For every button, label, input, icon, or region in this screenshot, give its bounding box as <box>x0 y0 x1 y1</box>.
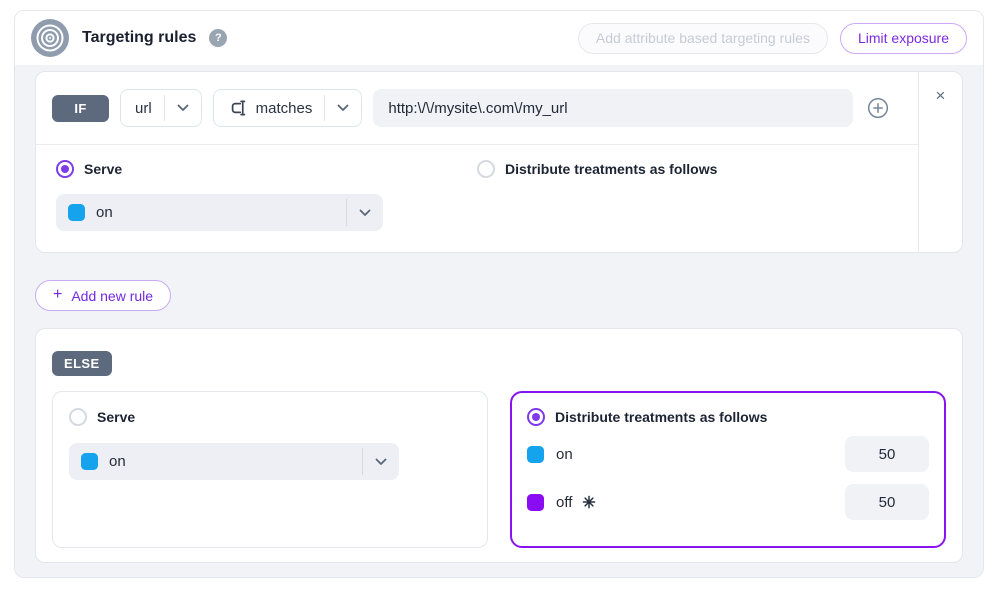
serve-label: Serve <box>84 161 122 177</box>
chevron-down-icon <box>165 104 201 112</box>
plus-icon: + <box>53 287 62 303</box>
else-distribute-radio-option[interactable]: Distribute treatments as follows <box>527 408 929 426</box>
targeting-rules-panel: Targeting rules ? Add attribute based ta… <box>14 10 984 578</box>
if-badge: IF <box>52 95 109 122</box>
default-treatment-asterisk-icon <box>582 495 596 509</box>
treatment-color-swatch <box>68 204 85 221</box>
chevron-down-icon <box>363 458 399 466</box>
treatment-name: off <box>556 494 572 511</box>
limit-exposure-button[interactable]: Limit exposure <box>840 23 967 54</box>
treatment-color-swatch <box>527 446 544 463</box>
radio-unselected[interactable] <box>69 408 87 426</box>
panel-body: IF url <box>15 65 983 578</box>
page-title: Targeting rules <box>82 29 196 47</box>
close-icon[interactable]: × <box>936 87 946 104</box>
distribute-label: Distribute treatments as follows <box>505 161 717 177</box>
treatment-color-swatch <box>527 494 544 511</box>
add-condition-icon[interactable] <box>867 97 889 119</box>
serve-area: Serve Distribute treatments as follows o… <box>36 145 918 231</box>
add-new-rule-button[interactable]: + Add new rule <box>35 280 171 311</box>
distribute-option-card: Distribute treatments as follows on off <box>510 391 946 548</box>
serve-radio-option[interactable]: Serve <box>56 160 477 178</box>
treatment-row-on: on <box>527 436 929 472</box>
else-serve-label: Serve <box>97 409 135 425</box>
chevron-down-icon <box>325 104 361 112</box>
serve-option-card: Serve on <box>52 391 488 548</box>
condition-row: IF url <box>36 72 918 145</box>
page: Targeting rules ? Add attribute based ta… <box>0 0 998 593</box>
matcher-select[interactable]: matches <box>213 89 363 127</box>
targeting-rule-card: IF url <box>35 71 963 253</box>
panel-header: Targeting rules ? Add attribute based ta… <box>15 11 983 65</box>
radio-selected[interactable] <box>56 160 74 178</box>
default-rule-card: ELSE Serve on <box>35 328 963 563</box>
else-treatment-select[interactable]: on <box>69 443 399 480</box>
target-icon <box>31 19 69 57</box>
treatment-color-swatch <box>81 453 98 470</box>
chevron-down-icon <box>347 209 383 217</box>
treatment-select[interactable]: on <box>56 194 383 231</box>
else-treatment-select-value: on <box>109 453 126 470</box>
add-new-rule-label: Add new rule <box>71 288 153 304</box>
matcher-select-value: matches <box>256 100 313 117</box>
else-serve-radio-option[interactable]: Serve <box>69 408 471 426</box>
treatment-select-value: on <box>96 204 113 221</box>
help-icon[interactable]: ? <box>209 29 227 47</box>
else-badge: ELSE <box>52 351 112 376</box>
add-attribute-rules-button: Add attribute based targeting rules <box>578 23 828 54</box>
distribute-radio-option[interactable]: Distribute treatments as follows <box>477 160 898 178</box>
rule-actions-column: × <box>918 72 962 252</box>
treatment-percent-input[interactable] <box>845 484 929 520</box>
treatment-percent-input[interactable] <box>845 436 929 472</box>
string-match-icon <box>228 98 248 118</box>
attribute-select-value: url <box>135 100 152 117</box>
radio-unselected[interactable] <box>477 160 495 178</box>
treatment-name: on <box>556 446 573 463</box>
attribute-select[interactable]: url <box>120 89 202 127</box>
else-distribute-label: Distribute treatments as follows <box>555 409 767 425</box>
radio-selected[interactable] <box>527 408 545 426</box>
match-pattern-input[interactable] <box>373 89 853 127</box>
treatment-row-off: off <box>527 484 929 520</box>
